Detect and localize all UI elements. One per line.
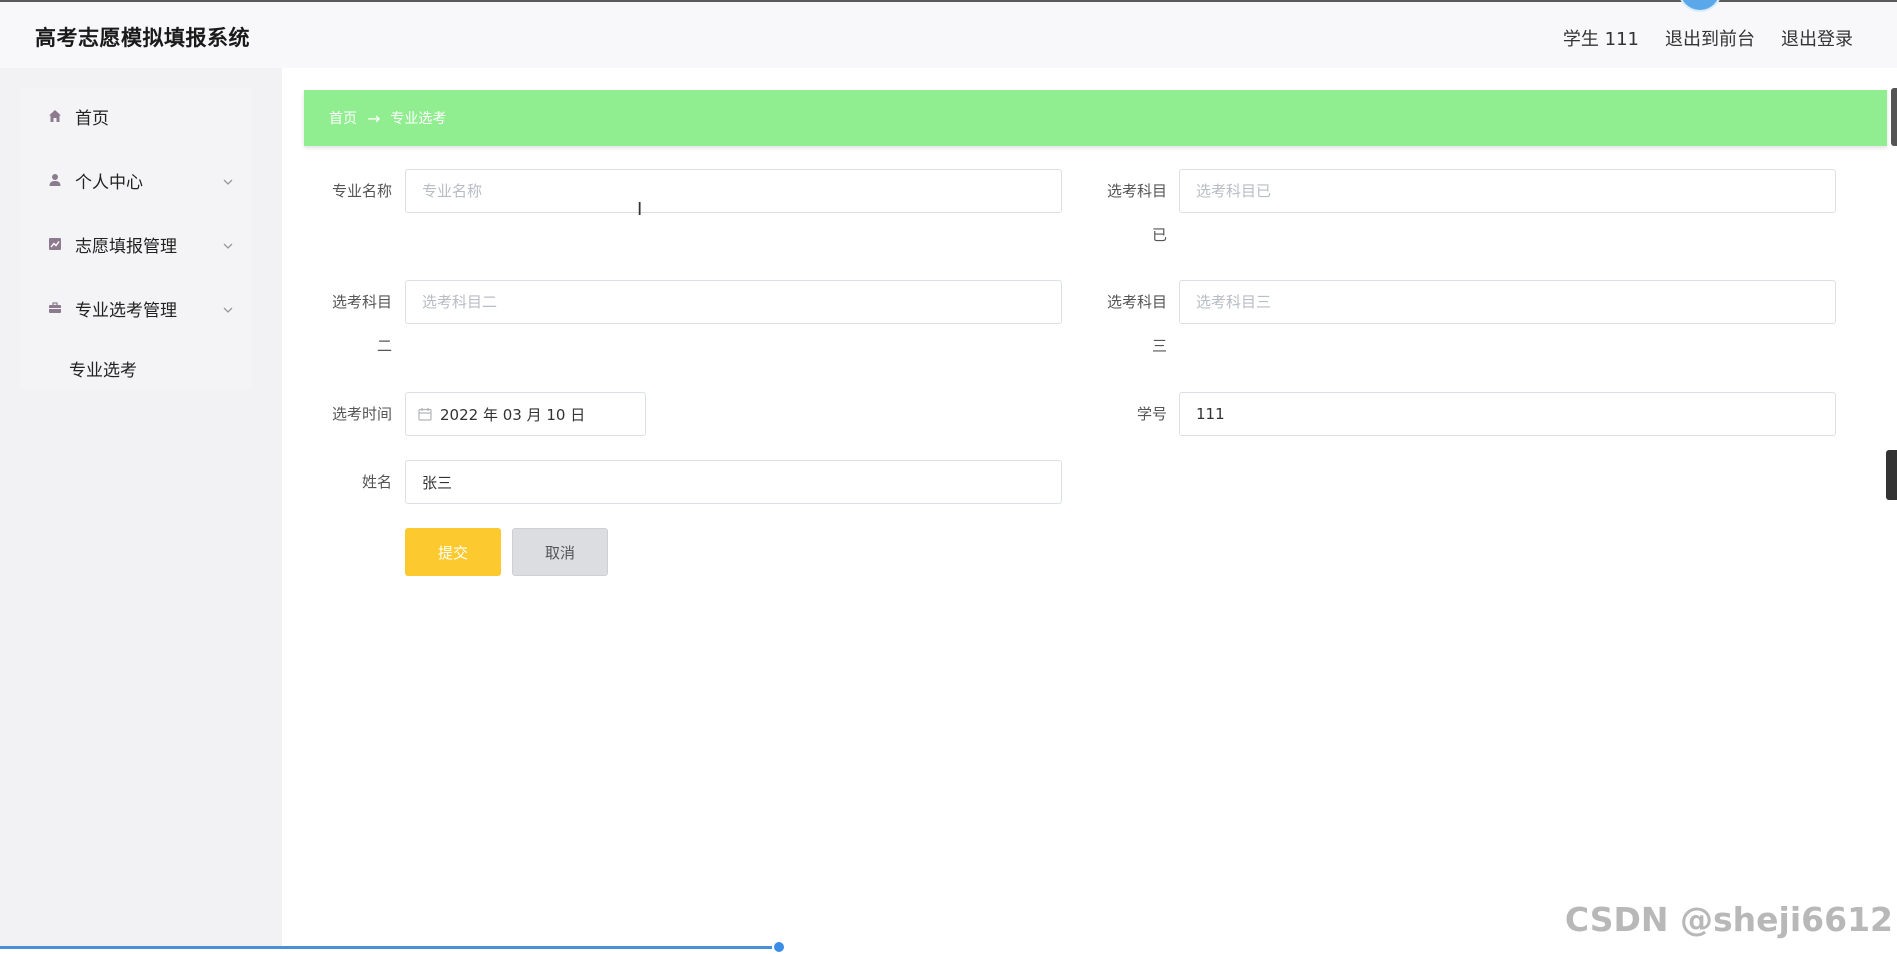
subject-3-label: 选考科目 xyxy=(1097,280,1167,324)
chevron-down-icon xyxy=(222,237,234,257)
name-input[interactable] xyxy=(405,460,1062,504)
chevron-down-icon xyxy=(222,173,234,193)
back-to-front-link[interactable]: 退出到前台 xyxy=(1665,25,1755,51)
logout-link[interactable]: 退出登录 xyxy=(1781,25,1853,51)
sidebar-menu: 首页 个人中心 志愿填报管理 专业选考管理 xyxy=(20,88,252,390)
subject-1-input[interactable] xyxy=(1179,169,1836,213)
sidebar-item-major-exam-mgmt[interactable]: 专业选考管理 xyxy=(20,286,252,330)
cancel-button[interactable]: 取消 xyxy=(512,528,608,576)
text-cursor-icon: I xyxy=(637,199,642,220)
breadcrumb-separator: → xyxy=(367,109,380,128)
subject-2-input[interactable] xyxy=(405,280,1062,324)
subject-3-input[interactable] xyxy=(1179,280,1836,324)
subject-1-label: 选考科目 xyxy=(1097,169,1167,213)
exam-time-datepicker[interactable]: 2022 年 03 月 10 日 xyxy=(405,392,646,436)
header-actions: 学生 111 退出到前台 退出登录 xyxy=(1563,25,1853,51)
sidebar-item-label: 个人中心 xyxy=(75,168,143,193)
major-name-label: 专业名称 xyxy=(322,169,392,213)
subject-1-label-suffix: 已 xyxy=(1097,213,1167,257)
app-title: 高考志愿模拟填报系统 xyxy=(35,22,250,52)
subject-3-label-suffix: 三 xyxy=(1097,324,1167,368)
briefcase-icon xyxy=(47,300,63,316)
watermark: CSDN @sheji6612 xyxy=(1565,900,1893,939)
sidebar-item-label: 专业选考管理 xyxy=(75,296,177,321)
sidebar-item-application-mgmt[interactable]: 志愿填报管理 xyxy=(20,222,252,266)
subject-2-label: 选考科目 xyxy=(322,280,392,324)
breadcrumb: 首页 → 专业选考 xyxy=(304,90,1887,146)
breadcrumb-current: 专业选考 xyxy=(390,108,446,128)
subject-2-label-suffix: 二 xyxy=(322,324,392,368)
progress-handle[interactable] xyxy=(772,940,786,954)
sidebar-item-personal-center[interactable]: 个人中心 xyxy=(20,158,252,202)
scroll-edge-tab[interactable] xyxy=(1891,88,1897,146)
top-header: 高考志愿模拟填报系统 学生 111 退出到前台 退出登录 xyxy=(0,0,1897,68)
name-label: 姓名 xyxy=(322,460,392,504)
exam-time-label: 选考时间 xyxy=(322,392,392,436)
calendar-icon xyxy=(418,407,432,421)
student-id-label: 学号 xyxy=(1097,392,1167,436)
user-icon xyxy=(47,172,63,188)
sidebar-item-label: 志愿填报管理 xyxy=(75,232,177,257)
major-name-input[interactable] xyxy=(405,169,1062,213)
home-icon xyxy=(47,108,63,124)
avatar-indicator xyxy=(1678,0,1722,12)
current-user-label: 学生 111 xyxy=(1563,25,1639,51)
sidebar-item-label: 首页 xyxy=(75,104,109,129)
side-drawer-tab[interactable] xyxy=(1886,450,1897,500)
exam-time-value: 2022 年 03 月 10 日 xyxy=(440,404,585,425)
chevron-down-icon xyxy=(222,301,234,321)
submit-button[interactable]: 提交 xyxy=(405,528,501,576)
breadcrumb-home[interactable]: 首页 xyxy=(329,108,357,128)
chart-icon xyxy=(47,236,63,252)
sidebar-item-home[interactable]: 首页 xyxy=(20,94,252,138)
student-id-input[interactable] xyxy=(1179,392,1836,436)
sidebar-subitem-major-exam[interactable]: 专业选考 xyxy=(69,356,137,381)
